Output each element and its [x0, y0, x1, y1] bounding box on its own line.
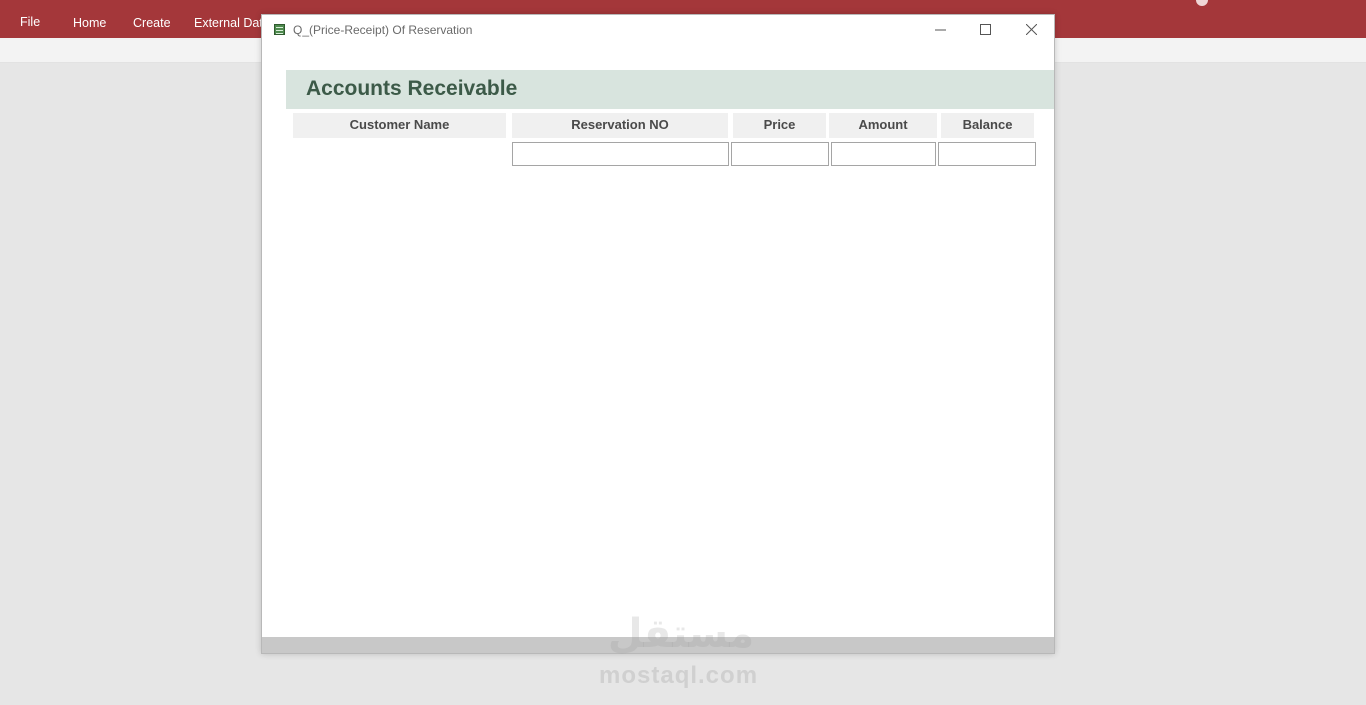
column-header-amount: Amount: [829, 113, 937, 138]
balance-field[interactable]: [938, 142, 1036, 166]
price-field[interactable]: [731, 142, 829, 166]
window-titlebar[interactable]: Q_(Price-Receipt) Of Reservation: [262, 15, 1054, 47]
ribbon-tab-home[interactable]: Home: [73, 16, 106, 30]
maximize-button[interactable]: [963, 15, 1007, 45]
column-header-reservation-no: Reservation NO: [512, 113, 728, 138]
column-header-price: Price: [733, 113, 826, 138]
ribbon-tab-file[interactable]: File: [20, 15, 40, 29]
minimize-icon: [935, 29, 946, 31]
form-header: Accounts Receivable: [286, 70, 1054, 109]
watermark-logo: مستقل: [607, 612, 755, 656]
close-button[interactable]: [1009, 15, 1053, 45]
window-title: Q_(Price-Receipt) Of Reservation: [293, 23, 473, 37]
ribbon-tab-external-data[interactable]: External Data: [194, 16, 270, 30]
column-header-balance: Balance: [941, 113, 1034, 138]
column-header-customer-name: Customer Name: [293, 113, 506, 138]
form-window: Q_(Price-Receipt) Of Reservation Account…: [261, 14, 1055, 654]
close-icon: [1026, 24, 1037, 35]
form-icon: [274, 24, 285, 35]
form-title: Accounts Receivable: [306, 77, 518, 100]
ribbon-tab-create[interactable]: Create: [133, 16, 171, 30]
watermark-text: mostaql.com: [599, 662, 759, 689]
minimize-button[interactable]: [918, 15, 962, 45]
reservation-no-field[interactable]: [512, 142, 729, 166]
user-avatar-icon[interactable]: [1196, 0, 1208, 6]
amount-field[interactable]: [831, 142, 936, 166]
maximize-icon: [980, 24, 991, 35]
